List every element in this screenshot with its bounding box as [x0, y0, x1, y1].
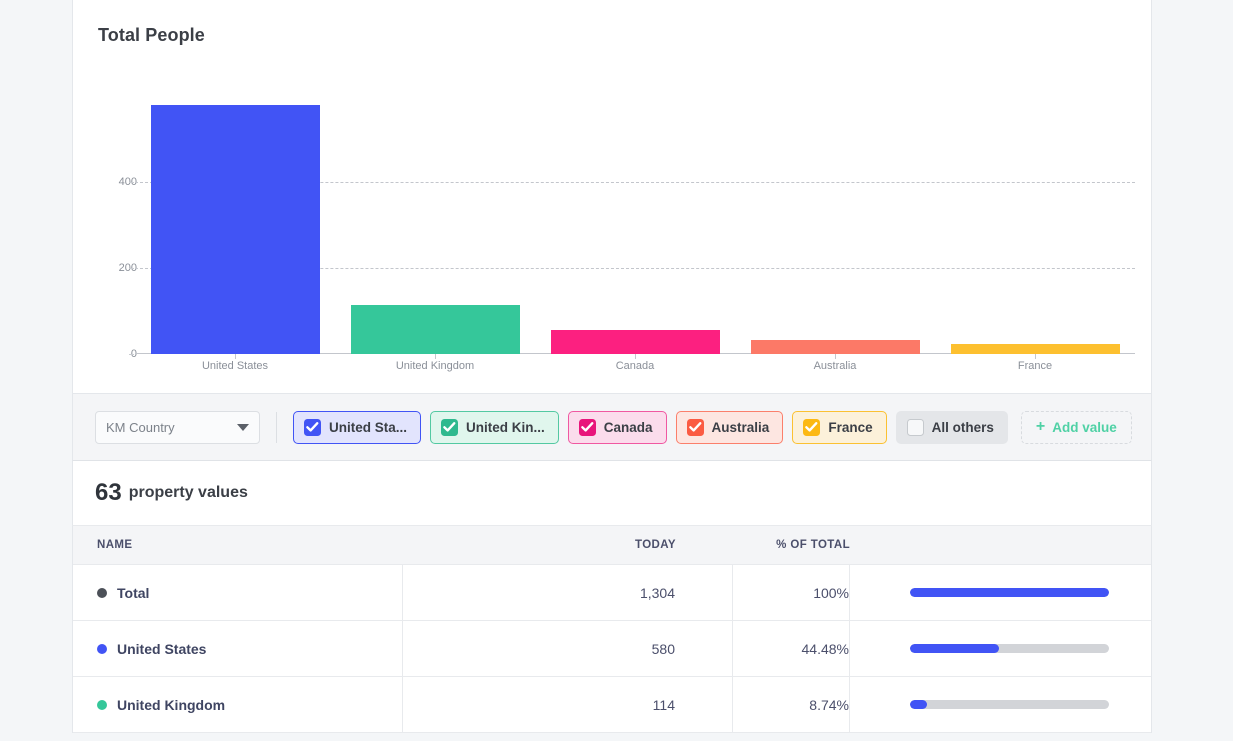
value-chip[interactable]: France	[792, 411, 886, 444]
x-axis-tick	[235, 354, 236, 359]
value-chip[interactable]: United Kin...	[430, 411, 559, 444]
cell-progress	[850, 565, 1151, 621]
chart-title: Total People	[98, 25, 205, 46]
cell-today-value: 580	[403, 621, 733, 677]
table-row[interactable]: United Kingdom 1148.74%	[73, 677, 1151, 733]
values-table: NAME TODAY % OF TOTAL Total1,304100%Unit…	[72, 525, 1152, 733]
cell-percent-value: 8.74%	[733, 677, 850, 733]
row-name-label: United States	[117, 641, 206, 657]
value-chip-label: France	[828, 420, 872, 435]
x-axis-tick	[835, 354, 836, 359]
checkbox-checked-icon[interactable]	[441, 419, 458, 436]
checkbox-unchecked-icon[interactable]	[907, 419, 924, 436]
bar-slot	[135, 96, 335, 354]
cell-progress	[850, 621, 1151, 677]
checkbox-checked-icon[interactable]	[687, 419, 704, 436]
checkbox-checked-icon[interactable]	[304, 419, 321, 436]
plus-icon: +	[1036, 419, 1045, 435]
cell-today-value: 114	[403, 677, 733, 733]
row-name-label: Total	[117, 585, 149, 601]
cell-name: United States	[73, 621, 403, 677]
value-chip-list: United Sta... United Kin... Canada Australi…	[293, 411, 1008, 444]
column-header-today[interactable]: TODAY	[403, 539, 733, 551]
cell-percent-value: 100%	[733, 565, 850, 621]
x-axis-labels: United StatesUnited KingdomCanadaAustral…	[135, 360, 1135, 372]
row-name-label: United Kingdom	[117, 697, 225, 713]
progress-track	[910, 644, 1109, 653]
series-color-dot-icon	[97, 700, 107, 710]
cell-today-value: 1,304	[403, 565, 733, 621]
cell-name: Total	[73, 565, 403, 621]
y-axis-tick	[129, 268, 134, 269]
x-axis-tick	[435, 354, 436, 359]
x-axis-tick-label: Canada	[535, 360, 735, 372]
filter-divider	[276, 412, 277, 443]
table-header-row: NAME TODAY % OF TOTAL	[73, 526, 1151, 565]
x-axis-tick-label: Australia	[735, 360, 935, 372]
add-value-label: Add value	[1052, 420, 1117, 435]
cell-percent-value: 44.48%	[733, 621, 850, 677]
value-chip-label: All others	[932, 420, 994, 435]
table-row[interactable]: Total 1,304100%	[73, 565, 1151, 621]
value-chip-label: United Sta...	[329, 420, 407, 435]
property-values-label: property values	[129, 484, 248, 502]
bar-slot	[735, 96, 935, 354]
x-axis-tick	[1035, 354, 1036, 359]
progress-fill	[910, 700, 927, 709]
y-axis-tick	[129, 182, 134, 183]
x-axis-tick-label: United Kingdom	[335, 360, 535, 372]
chart-bar[interactable]	[951, 344, 1120, 354]
value-chip[interactable]: United Sta...	[293, 411, 421, 444]
cell-progress	[850, 677, 1151, 733]
y-axis: 0200400	[73, 96, 137, 354]
progress-track	[910, 588, 1109, 597]
bar-slot	[335, 96, 535, 354]
progress-track	[910, 700, 1109, 709]
table-row[interactable]: United States 58044.48%	[73, 621, 1151, 677]
series-color-dot-icon	[97, 644, 107, 654]
progress-fill	[910, 588, 1109, 597]
value-chip[interactable]: Australia	[676, 411, 784, 444]
filter-bar: KM Country United Sta... United Kin... Can…	[72, 394, 1152, 461]
summary-header: 63 property values	[72, 461, 1152, 525]
app-page: Total People 0200400 United StatesUnited…	[0, 0, 1233, 741]
table-body: Total1,304100%United States58044.48%Unit…	[73, 565, 1151, 733]
value-chip-label: United Kin...	[466, 420, 545, 435]
bar-slot	[535, 96, 735, 354]
property-select[interactable]: KM Country	[95, 411, 260, 444]
x-axis-tick-label: United States	[135, 360, 335, 372]
chart-bar[interactable]	[151, 105, 320, 354]
chart-card: Total People 0200400 United StatesUnited…	[72, 0, 1152, 394]
bar-slot	[935, 96, 1135, 354]
value-chip[interactable]: Canada	[568, 411, 667, 444]
content-column: Total People 0200400 United StatesUnited…	[72, 0, 1152, 733]
checkbox-checked-icon[interactable]	[803, 419, 820, 436]
column-header-percent[interactable]: % OF TOTAL	[733, 539, 850, 551]
chart-bar[interactable]	[351, 305, 520, 354]
x-axis-tick-label: France	[935, 360, 1135, 372]
chart-bar[interactable]	[551, 330, 720, 354]
add-value-button[interactable]: + Add value	[1021, 411, 1132, 444]
chevron-down-icon	[237, 424, 249, 431]
checkbox-checked-icon[interactable]	[579, 419, 596, 436]
cell-name: United Kingdom	[73, 677, 403, 733]
property-values-count: 63	[95, 479, 122, 507]
progress-fill	[910, 644, 999, 653]
column-header-name[interactable]: NAME	[73, 539, 403, 551]
value-chip-label: Canada	[604, 420, 653, 435]
bar-group	[135, 96, 1135, 354]
value-chip[interactable]: All others	[896, 411, 1008, 444]
y-axis-tick	[129, 354, 134, 355]
property-select-label: KM Country	[106, 420, 175, 435]
x-axis-tick	[635, 354, 636, 359]
series-color-dot-icon	[97, 588, 107, 598]
bar-chart: 0200400 United StatesUnited KingdomCanad…	[73, 96, 1153, 354]
chart-bar[interactable]	[751, 340, 920, 354]
value-chip-label: Australia	[712, 420, 770, 435]
